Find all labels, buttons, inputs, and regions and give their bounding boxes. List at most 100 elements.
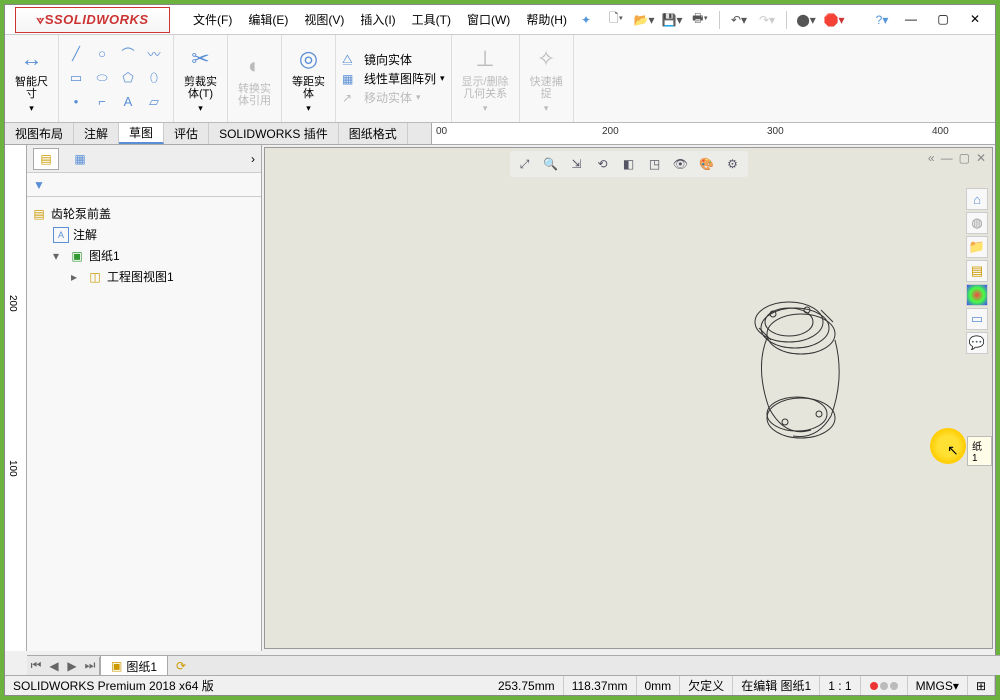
undo-icon[interactable]: ↶▾: [728, 9, 750, 31]
arc-icon[interactable]: ⌒: [117, 44, 139, 64]
status-units[interactable]: MMGS ▾: [908, 676, 968, 695]
doc-prev-icon[interactable]: «: [928, 151, 935, 165]
appearances-icon[interactable]: 🎨: [696, 153, 718, 175]
move-button[interactable]: ↗移动实体 ▾: [342, 88, 421, 107]
doc-maximize-icon[interactable]: ▢: [959, 151, 970, 165]
traffic-icon[interactable]: 🛑▾: [823, 9, 845, 31]
tree-annotations[interactable]: A 注解: [31, 224, 257, 245]
search-icon[interactable]: ✦: [581, 13, 591, 27]
plane-icon[interactable]: ▱: [143, 92, 165, 112]
tab-view-layout[interactable]: 视图布局: [5, 123, 74, 144]
status-config-icon[interactable]: ⊞: [968, 676, 995, 695]
menu-help[interactable]: 帮助(H): [518, 7, 575, 32]
filter-row: ▼: [27, 173, 261, 197]
menu-tools[interactable]: 工具(T): [404, 7, 459, 32]
filter-icon[interactable]: ▼: [33, 178, 45, 192]
custom-props-icon[interactable]: 💬: [966, 332, 988, 354]
offset-button[interactable]: ◎ 等距实 体 ▾: [288, 42, 329, 116]
feature-tree-tab-icon[interactable]: ▤: [33, 148, 59, 170]
collapse-icon[interactable]: ▾: [53, 249, 65, 263]
tab-annotations[interactable]: 注解: [74, 123, 119, 144]
menu-insert[interactable]: 插入(I): [352, 7, 403, 32]
maximize-button[interactable]: ▢: [929, 9, 957, 29]
appearances-tab-icon[interactable]: ▭: [966, 308, 988, 330]
rotate-icon[interactable]: ⟲: [592, 153, 614, 175]
circle-icon[interactable]: ○: [91, 44, 113, 64]
cursor-tooltip: 纸1: [967, 436, 992, 466]
sheet-tab-bar: ⏮ ◀ ▶ ⏭ ▣ 图纸1 ⟳: [27, 655, 1000, 675]
tab-sketch[interactable]: 草图: [119, 123, 164, 144]
rebuild-icon[interactable]: ⟳: [176, 659, 186, 673]
print-icon[interactable]: 🖶▾: [689, 9, 711, 31]
slot-icon[interactable]: ⬭: [91, 68, 113, 88]
status-z: 0mm: [637, 676, 681, 695]
menu-list: 文件(F) 编辑(E) 视图(V) 插入(I) 工具(T) 窗口(W) 帮助(H…: [185, 7, 575, 32]
point-icon[interactable]: •: [65, 92, 87, 112]
tab-sheet-format[interactable]: 图纸格式: [339, 123, 408, 144]
new-icon[interactable]: 🗋▾: [605, 9, 627, 31]
doc-minimize-icon[interactable]: —: [941, 151, 953, 165]
doc-close-icon[interactable]: ✕: [976, 151, 986, 165]
menu-window[interactable]: 窗口(W): [459, 7, 518, 32]
next-icon[interactable]: ▶: [63, 657, 81, 675]
minimize-button[interactable]: —: [897, 9, 925, 29]
drawing-view-part[interactable]: [745, 288, 855, 458]
open-icon[interactable]: 📂▾: [633, 9, 655, 31]
quick-access-toolbar: 🗋▾ 📂▾ 💾▾ 🖶▾ ↶▾ ↷▾ ⬤▾ 🛑▾: [605, 9, 845, 31]
section-icon[interactable]: ◧: [618, 153, 640, 175]
tree-root[interactable]: ▤ 齿轮泵前盖: [31, 203, 257, 224]
line-icon[interactable]: ╱: [65, 44, 87, 64]
label: 快速捕 捉: [530, 76, 563, 100]
trim-icon: ✂: [186, 44, 216, 74]
tab-evaluate[interactable]: 评估: [164, 123, 209, 144]
view-settings-icon[interactable]: ⚙: [722, 153, 744, 175]
status-scale[interactable]: 1 : 1: [820, 676, 860, 695]
prev-icon[interactable]: ◀: [45, 657, 63, 675]
spline-icon[interactable]: 〰: [143, 44, 165, 64]
save-icon[interactable]: 💾▾: [661, 9, 683, 31]
menu-edit[interactable]: 编辑(E): [240, 7, 296, 32]
fillet-icon[interactable]: ⌐: [91, 92, 113, 112]
smart-dimension-button[interactable]: ↔ 智能尺 寸 ▾: [11, 42, 52, 116]
zoom-area-icon[interactable]: 🔍: [540, 153, 562, 175]
mirror-button[interactable]: ⧋镜向实体: [342, 50, 412, 69]
sheet-tab[interactable]: ▣ 图纸1: [100, 655, 168, 677]
ellipse-icon[interactable]: ⬯: [143, 68, 165, 88]
menu-view[interactable]: 视图(V): [296, 7, 352, 32]
label: 等距实 体: [292, 76, 325, 100]
first-icon[interactable]: ⏮: [27, 657, 45, 675]
close-button[interactable]: ✕: [961, 9, 989, 29]
zoom-fit-icon[interactable]: ⤢: [514, 153, 536, 175]
status-traffic[interactable]: [861, 676, 908, 695]
zoom-inout-icon[interactable]: ⇲: [566, 153, 588, 175]
convert-button[interactable]: ◐ 转换实 体引用: [234, 49, 275, 109]
app-logo: SOLIDWORKS: [15, 7, 170, 33]
file-explorer-icon[interactable]: ▤: [966, 260, 988, 282]
tree-sheet[interactable]: ▾ ▣ 图纸1: [31, 245, 257, 266]
home-icon[interactable]: ⌂: [966, 188, 988, 210]
design-library-icon[interactable]: 📁: [966, 236, 988, 258]
help-icon[interactable]: ?▾: [871, 9, 893, 31]
view-palette-icon[interactable]: [966, 284, 988, 306]
display-style-icon[interactable]: ◳: [644, 153, 666, 175]
quicksnap-button[interactable]: ✧ 快速捕 捉 ▾: [526, 42, 567, 116]
tree-view[interactable]: ▸ ◫ 工程图视图1: [31, 266, 257, 287]
options-icon[interactable]: ⬤▾: [795, 9, 817, 31]
text-icon[interactable]: A: [117, 92, 139, 112]
status-y: 118.37mm: [564, 676, 637, 695]
drawing-canvas[interactable]: ⤢ 🔍 ⇲ ⟲ ◧ ◳ 👁 🎨 ⚙ « — ▢ ✕ ⌂ ◍ 📁 ▤: [264, 147, 993, 649]
expand-icon[interactable]: ▸: [71, 270, 83, 284]
rect-icon[interactable]: ▭: [65, 68, 87, 88]
property-tab-icon[interactable]: ▦: [67, 148, 93, 170]
tab-addins[interactable]: SOLIDWORKS 插件: [209, 123, 339, 144]
hide-show-icon[interactable]: 👁: [670, 153, 692, 175]
resources-icon[interactable]: ◍: [966, 212, 988, 234]
pattern-button[interactable]: ▦线性草图阵列 ▾: [342, 69, 445, 88]
last-icon[interactable]: ⏭: [81, 657, 99, 675]
menu-file[interactable]: 文件(F): [185, 7, 240, 32]
trim-button[interactable]: ✂ 剪裁实 体(T) ▾: [180, 42, 221, 116]
polygon-icon[interactable]: ⬠: [117, 68, 139, 88]
redo-icon[interactable]: ↷▾: [756, 9, 778, 31]
expand-arrow-icon[interactable]: ›: [251, 152, 255, 166]
relations-button[interactable]: ⊥ 显示/删除 几何关系 ▾: [458, 42, 513, 116]
